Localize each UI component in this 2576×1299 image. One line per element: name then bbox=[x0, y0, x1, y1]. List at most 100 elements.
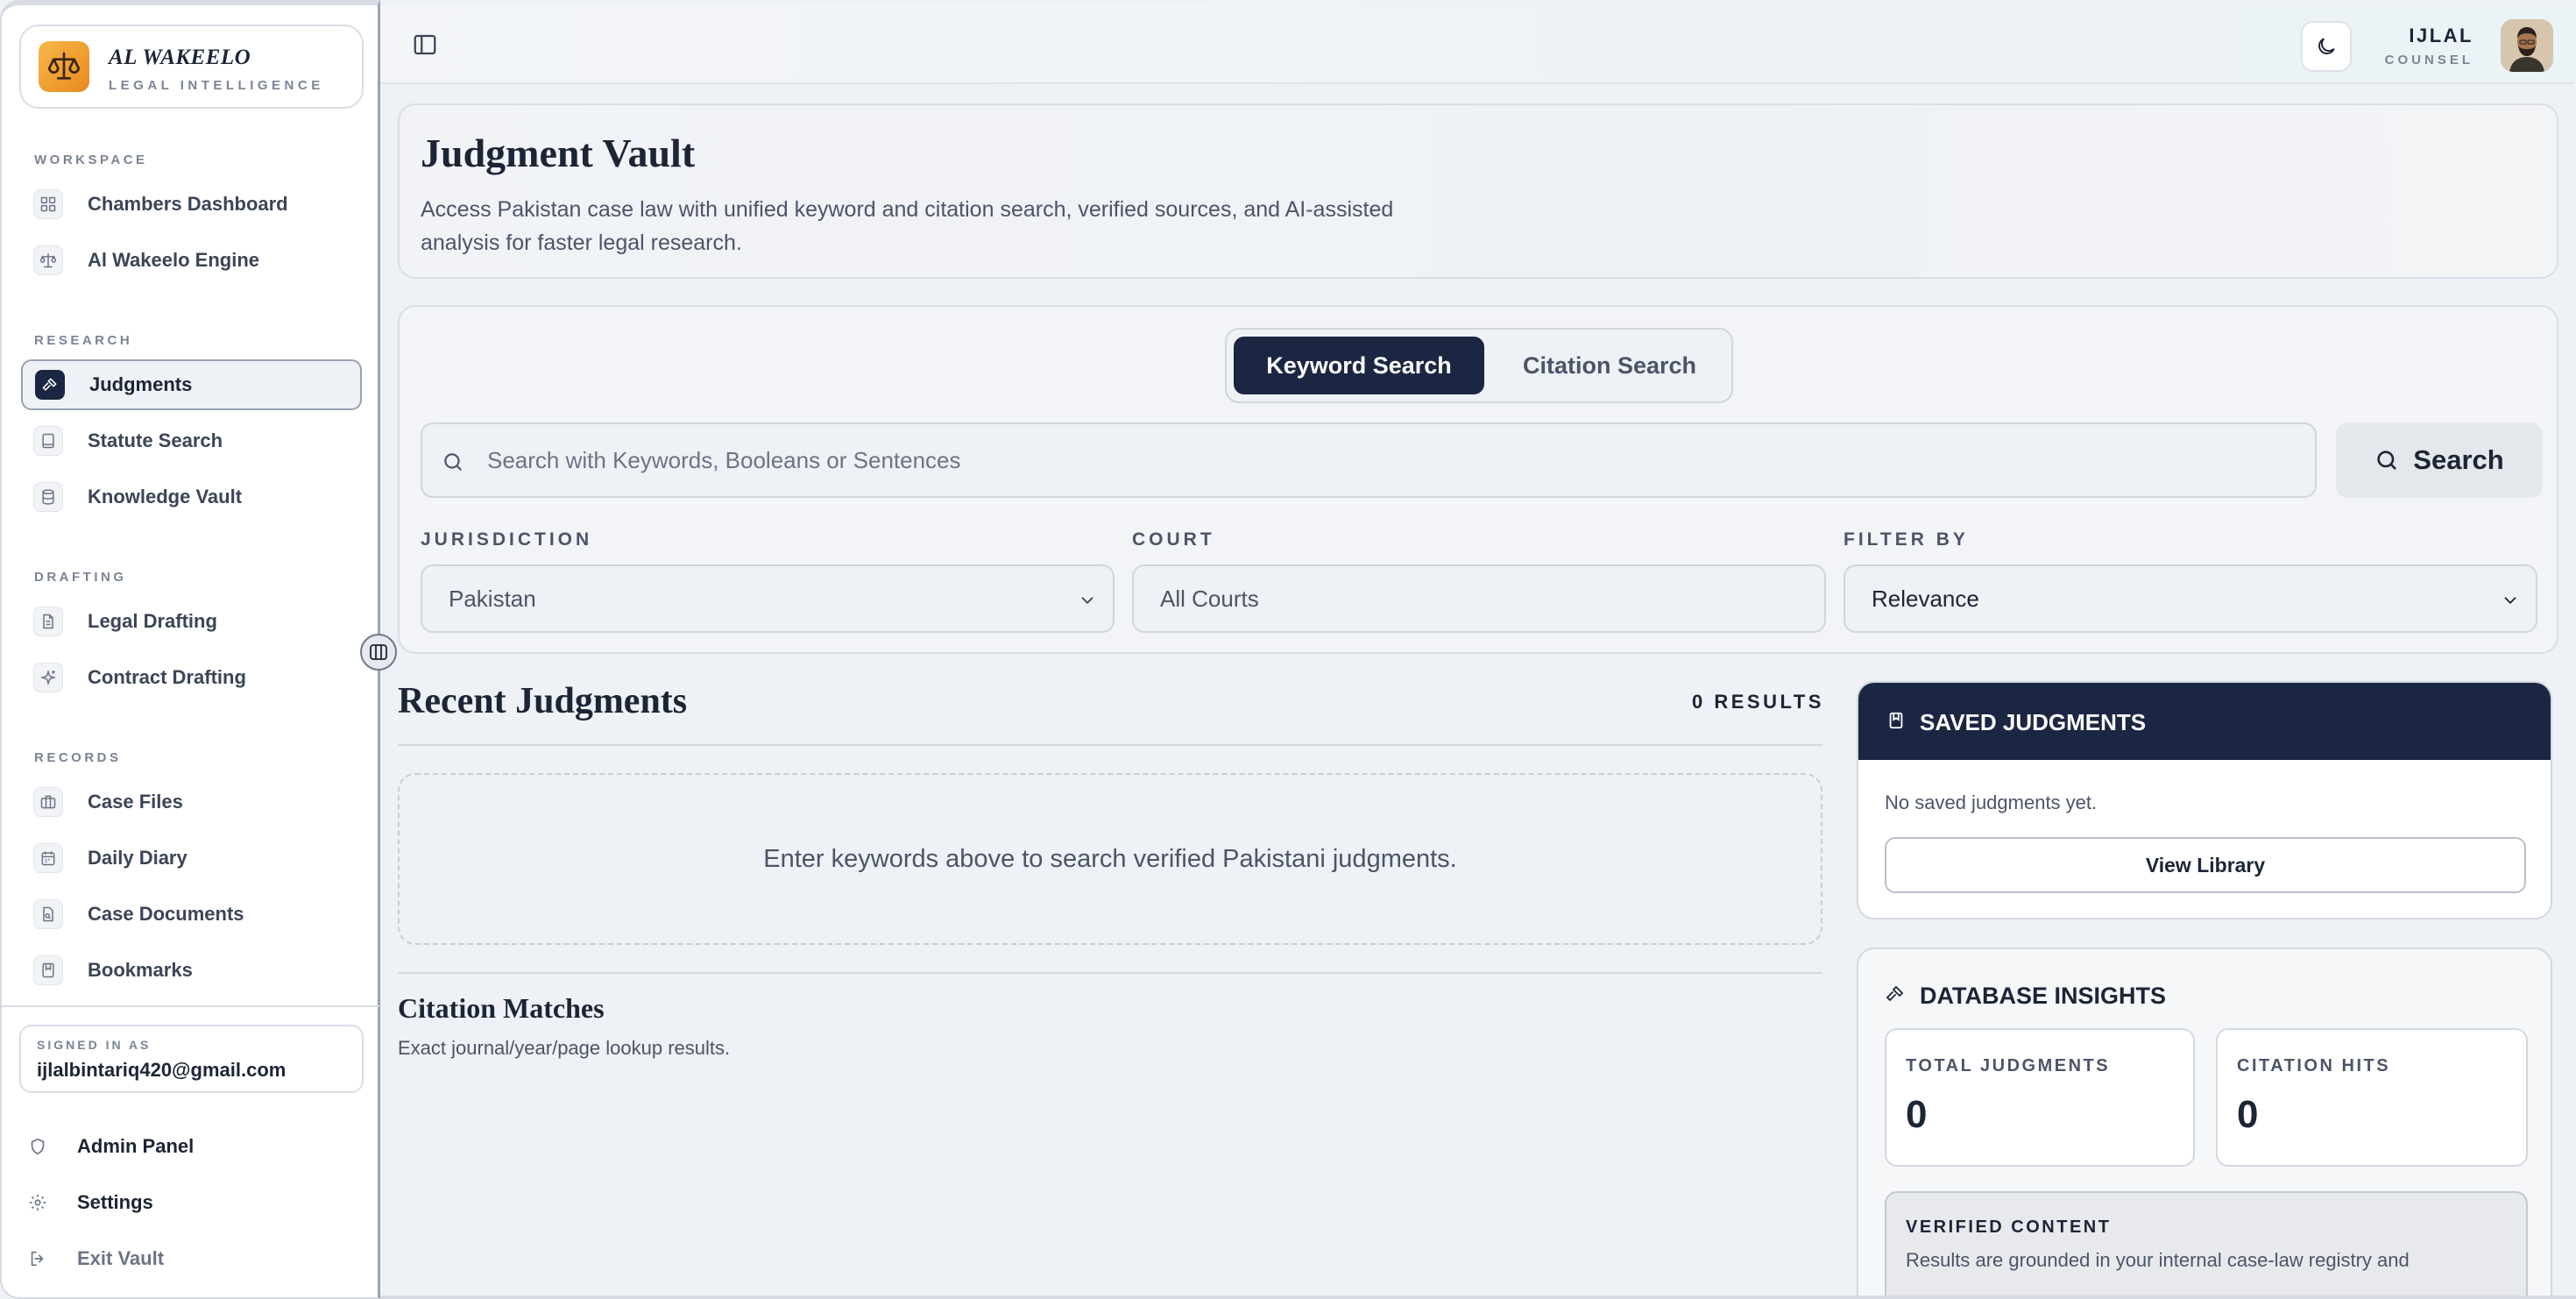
file-search-icon bbox=[33, 899, 63, 929]
sidebar-item-al-wakeelo-engine[interactable]: Al Wakeelo Engine bbox=[21, 235, 362, 286]
empty-results-state: Enter keywords above to search verified … bbox=[398, 773, 1822, 945]
search-icon bbox=[444, 453, 462, 471]
divider bbox=[398, 744, 1822, 746]
sidebar-item-label: Statute Search bbox=[88, 429, 223, 451]
sidebar-item-label: Bookmarks bbox=[88, 959, 193, 981]
user-avatar-icon bbox=[2501, 19, 2553, 72]
admin-panel-label: Admin Panel bbox=[77, 1135, 195, 1157]
section-label-workspace: WORKSPACE bbox=[34, 153, 148, 167]
signed-in-email: ijlalbintariq420@gmail.com bbox=[37, 1059, 287, 1081]
filter-by-select[interactable]: Relevance bbox=[1844, 564, 2537, 633]
sidebar-item-label: Case Documents bbox=[88, 903, 244, 925]
jurisdiction-select[interactable]: Pakistan bbox=[421, 564, 1115, 633]
user-name: IJLAL bbox=[2409, 25, 2473, 46]
search-panel: Keyword Search Citation Search Search JU… bbox=[398, 305, 2558, 654]
gavel-icon bbox=[1886, 985, 1904, 1002]
tab-citation-search[interactable]: Citation Search bbox=[1493, 337, 1726, 394]
stat-label: TOTAL JUDGMENTS bbox=[1906, 1056, 2111, 1075]
database-insights-header: DATABASE INSIGHTS bbox=[1885, 981, 2166, 1009]
admin-panel-link[interactable]: Admin Panel bbox=[28, 1129, 194, 1164]
sidebar-item-label: Daily Diary bbox=[88, 847, 188, 869]
verified-content-label: VERIFIED CONTENT bbox=[1906, 1217, 2112, 1237]
logout-icon bbox=[31, 1251, 44, 1267]
dashboard-icon bbox=[33, 189, 63, 219]
sidebar-item-label: Case Files bbox=[88, 791, 183, 813]
sidebar-item-case-documents[interactable]: Case Documents bbox=[21, 889, 362, 940]
sidebar-item-label: Judgments bbox=[89, 373, 193, 395]
bookmark-icon bbox=[33, 955, 63, 985]
sidebar-item-contract-drafting[interactable]: Contract Drafting bbox=[21, 652, 362, 703]
filter-by-value: Relevance bbox=[1872, 585, 1979, 612]
tab-keyword-search[interactable]: Keyword Search bbox=[1234, 337, 1484, 394]
stat-value: 0 bbox=[2237, 1093, 2259, 1136]
search-icon bbox=[2377, 451, 2396, 470]
jurisdiction-label: JURISDICTION bbox=[421, 529, 593, 550]
sparkle-icon bbox=[33, 663, 63, 692]
document-icon bbox=[33, 607, 63, 636]
saved-judgments-card: SAVED JUDGMENTS No saved judgments yet. … bbox=[1857, 681, 2552, 919]
database-icon bbox=[33, 482, 63, 512]
moon-icon bbox=[2318, 38, 2335, 54]
brand-name: AL WAKEELO bbox=[109, 46, 251, 69]
saved-judgments-empty: No saved judgments yet. bbox=[1885, 791, 2098, 813]
scales-logo-icon bbox=[39, 41, 89, 92]
section-label-research: RESEARCH bbox=[34, 333, 133, 348]
sidebar-collapse-handle[interactable] bbox=[360, 634, 397, 671]
settings-link[interactable]: Settings bbox=[28, 1185, 153, 1220]
saved-judgments-header: SAVED JUDGMENTS bbox=[1858, 683, 2551, 760]
stat-citation-hits: CITATION HITS 0 bbox=[2216, 1028, 2528, 1167]
view-library-button[interactable]: View Library bbox=[1885, 837, 2526, 893]
sidebar-item-chambers-dashboard[interactable]: Chambers Dashboard bbox=[21, 179, 362, 230]
avatar[interactable] bbox=[2501, 19, 2553, 72]
chevron-down-icon bbox=[1081, 597, 1093, 605]
database-insights-card: DATABASE INSIGHTS TOTAL JUDGMENTS 0 CITA… bbox=[1857, 948, 2552, 1299]
sidebar-item-judgments[interactable]: Judgments bbox=[21, 359, 362, 410]
scales-icon bbox=[33, 245, 63, 275]
page-description: Access Pakistan case law with unified ke… bbox=[421, 197, 1394, 255]
brand-card[interactable]: AL WAKEELO LEGAL INTELLIGENCE bbox=[19, 25, 364, 109]
signed-in-label: SIGNED IN AS bbox=[37, 1038, 152, 1052]
divider bbox=[398, 972, 1822, 974]
jurisdiction-value: Pakistan bbox=[449, 585, 536, 612]
exit-vault-link[interactable]: Exit Vault bbox=[28, 1241, 164, 1276]
search-input[interactable] bbox=[487, 424, 2301, 496]
sidebar-toggle-icon bbox=[414, 34, 436, 55]
bookmark-icon bbox=[1889, 712, 1903, 729]
settings-label: Settings bbox=[77, 1191, 153, 1213]
exit-vault-label: Exit Vault bbox=[77, 1247, 165, 1269]
chevron-down-icon bbox=[2504, 597, 2516, 605]
hero-banner: Judgment Vault Access Pakistan case law … bbox=[398, 103, 2558, 279]
citation-matches-subtitle: Exact journal/year/page lookup results. bbox=[398, 1037, 731, 1059]
window-bottom-edge bbox=[380, 1295, 2576, 1299]
sidebar-item-label: Legal Drafting bbox=[88, 610, 217, 632]
sidebar-item-knowledge-vault[interactable]: Knowledge Vault bbox=[21, 472, 362, 522]
stat-label: CITATION HITS bbox=[2237, 1056, 2391, 1075]
stat-total-judgments: TOTAL JUDGMENTS 0 bbox=[1885, 1028, 2195, 1167]
search-button-label: Search bbox=[2413, 444, 2504, 475]
top-bar: IJLAL COUNSEL bbox=[380, 5, 2574, 84]
sidebar-item-label: Chambers Dashboard bbox=[88, 193, 288, 215]
sidebar-item-bookmarks[interactable]: Bookmarks bbox=[21, 945, 362, 996]
sidebar-item-statute-search[interactable]: Statute Search bbox=[21, 415, 362, 466]
sidebar-item-daily-diary[interactable]: Daily Diary bbox=[21, 833, 362, 884]
sidebar: AL WAKEELO LEGAL INTELLIGENCE WORKSPACE … bbox=[0, 0, 380, 1299]
sidebar-item-legal-drafting[interactable]: Legal Drafting bbox=[21, 596, 362, 647]
results-count: 0 RESULTS bbox=[1692, 691, 1824, 713]
empty-results-message: Enter keywords above to search verified … bbox=[763, 844, 1457, 873]
sidebar-toggle-button[interactable] bbox=[412, 32, 438, 58]
court-select[interactable]: All Courts bbox=[1132, 564, 1826, 633]
briefcase-icon bbox=[33, 787, 63, 817]
brand-subtitle: LEGAL INTELLIGENCE bbox=[109, 78, 324, 93]
theme-toggle-button[interactable] bbox=[2301, 21, 2352, 72]
saved-judgments-title: SAVED JUDGMENTS bbox=[1920, 709, 2147, 735]
book-icon bbox=[33, 426, 63, 456]
search-mode-tabs: Keyword Search Citation Search bbox=[1225, 328, 1733, 403]
user-role: COUNSEL bbox=[2384, 53, 2473, 67]
recent-judgments-heading: Recent Judgments bbox=[398, 681, 688, 721]
sidebar-item-label: Al Wakeelo Engine bbox=[88, 249, 260, 271]
sidebar-item-case-files[interactable]: Case Files bbox=[21, 777, 362, 827]
search-button[interactable]: Search bbox=[2336, 422, 2543, 498]
court-value: All Courts bbox=[1160, 585, 1259, 612]
court-label: COURT bbox=[1132, 529, 1215, 550]
page-title: Judgment Vault bbox=[421, 131, 696, 175]
